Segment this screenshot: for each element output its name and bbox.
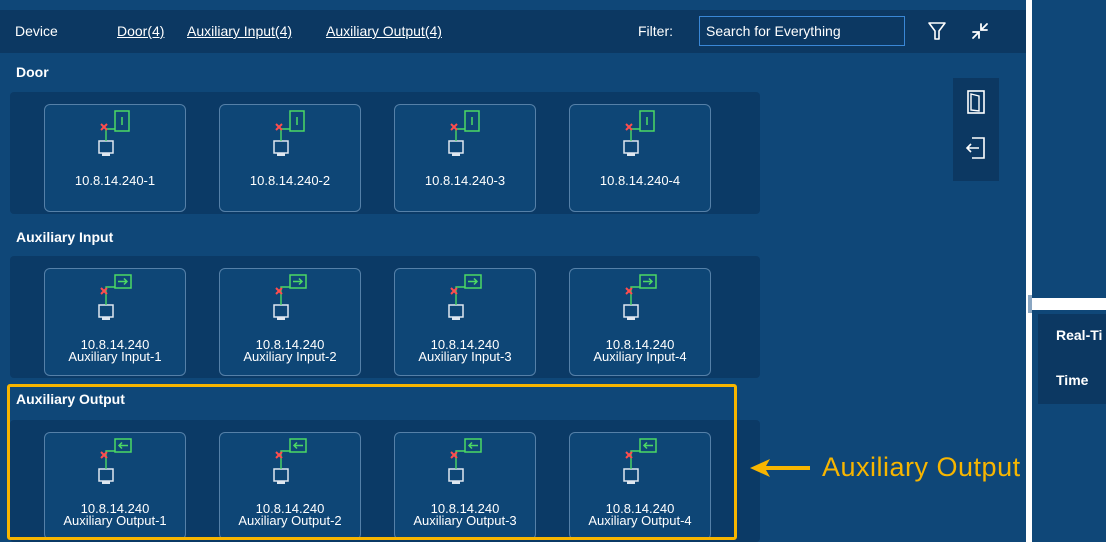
auxiliary-input-panel: 10.8.14.240 Auxiliary Input-1 10.8.14.24…: [10, 256, 760, 378]
section-title-auxiliary-input: Auxiliary Input: [16, 229, 114, 245]
time-column-header: Time: [1056, 372, 1089, 388]
section-title-door: Door: [16, 64, 49, 80]
filter-link-auxiliary-output[interactable]: Auxiliary Output(4): [326, 23, 442, 39]
card-label-name: Auxiliary Input-1: [68, 349, 162, 364]
card-label: 10.8.14.240-1: [74, 173, 156, 188]
auxiliary-input-device-icon: [273, 274, 307, 320]
highlight-box: [7, 384, 737, 540]
card-label-name: Auxiliary Input-3: [418, 349, 512, 364]
card-label: 10.8.14.240-2: [249, 173, 331, 188]
card-label-name: Auxiliary Input-4: [593, 349, 687, 364]
door-device-icon: [623, 110, 655, 156]
filter-label: Filter:: [638, 23, 673, 39]
door-card-4[interactable]: 10.8.14.240-4: [569, 104, 711, 212]
door-device-icon: [98, 110, 130, 156]
card-label: 10.8.14.240-3: [424, 173, 506, 188]
card-label-name: Auxiliary Input-2: [243, 349, 337, 364]
filter-link-auxiliary-input[interactable]: Auxiliary Input(4): [187, 23, 292, 39]
door-card-3[interactable]: 10.8.14.240-3: [394, 104, 536, 212]
exit-arrow-icon[interactable]: [964, 135, 988, 166]
auxiliary-input-device-icon: [98, 274, 132, 320]
annotation-label: Auxiliary Output: [822, 452, 1021, 482]
toolbar: Device Door(4) Auxiliary Input(4) Auxili…: [0, 10, 1026, 53]
door-device-icon: [448, 110, 480, 156]
door-card-2[interactable]: 10.8.14.240-2: [219, 104, 361, 212]
door-panel: 10.8.14.240-1 10.8.14.240-2 10.8.14.240-…: [10, 92, 760, 214]
real-time-header[interactable]: Real-Ti: [1056, 327, 1102, 343]
auxiliary-input-device-icon: [623, 274, 657, 320]
annotation-arrow-icon: [750, 459, 810, 477]
auxiliary-input-device-icon: [448, 274, 482, 320]
collapse-arrows-icon[interactable]: [968, 19, 990, 43]
door-card-1[interactable]: 10.8.14.240-1: [44, 104, 186, 212]
door-open-icon[interactable]: [965, 89, 987, 120]
auxiliary-input-card-2[interactable]: 10.8.14.240 Auxiliary Input-2: [219, 268, 361, 376]
card-label: 10.8.14.240-4: [599, 173, 681, 188]
auxiliary-input-card-4[interactable]: 10.8.14.240 Auxiliary Input-4: [569, 268, 711, 376]
filter-funnel-icon[interactable]: [926, 19, 948, 43]
right-top-panel: [1032, 0, 1106, 298]
auxiliary-input-card-1[interactable]: 10.8.14.240 Auxiliary Input-1: [44, 268, 186, 376]
filter-link-door[interactable]: Door(4): [117, 23, 164, 39]
door-device-icon: [273, 110, 305, 156]
device-label: Device: [15, 23, 58, 39]
search-input[interactable]: [699, 16, 905, 46]
side-action-panel: [953, 78, 999, 181]
auxiliary-input-card-3[interactable]: 10.8.14.240 Auxiliary Input-3: [394, 268, 536, 376]
